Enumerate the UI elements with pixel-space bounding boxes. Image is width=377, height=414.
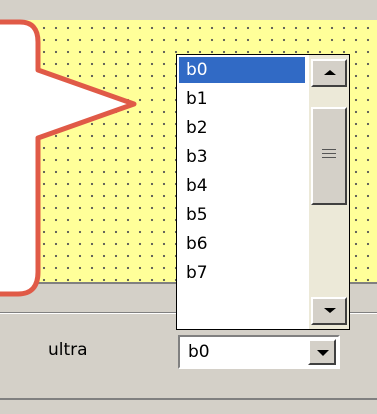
combobox-dropdown-button[interactable] [308, 339, 336, 365]
ultra-combobox[interactable]: b0 [178, 335, 340, 369]
list-item-b0[interactable]: b0 [179, 57, 305, 83]
scroll-up-arrow-icon [324, 70, 336, 75]
scroll-up-button[interactable] [311, 59, 347, 87]
list-item-b3[interactable]: b3 [179, 144, 305, 170]
ultra-field-label: ultra [48, 340, 88, 360]
list-item-b2[interactable]: b2 [179, 115, 305, 141]
chevron-down-icon [317, 350, 329, 356]
combobox-value: b0 [188, 342, 210, 362]
list-item-b5[interactable]: b5 [179, 202, 305, 228]
list-item-b7[interactable]: b7 [179, 260, 305, 286]
list-scrollbar[interactable] [309, 55, 349, 329]
list-item-b1[interactable]: b1 [179, 86, 305, 112]
scrollbar-thumb[interactable] [311, 107, 347, 205]
grip-line [322, 153, 336, 154]
scroll-down-button[interactable] [311, 297, 347, 325]
grip-line [322, 157, 336, 158]
window-frame: ultra b0 b0 b1 b2 b3 b4 b5 b6 b7 [0, 0, 377, 414]
list-item-b6[interactable]: b6 [179, 231, 305, 257]
grip-line [322, 149, 336, 150]
list-item-b4[interactable]: b4 [179, 173, 305, 199]
dropdown-list[interactable]: b0 b1 b2 b3 b4 b5 b6 b7 [176, 54, 350, 330]
scroll-down-arrow-icon [324, 308, 336, 313]
panel-divider [0, 398, 377, 400]
